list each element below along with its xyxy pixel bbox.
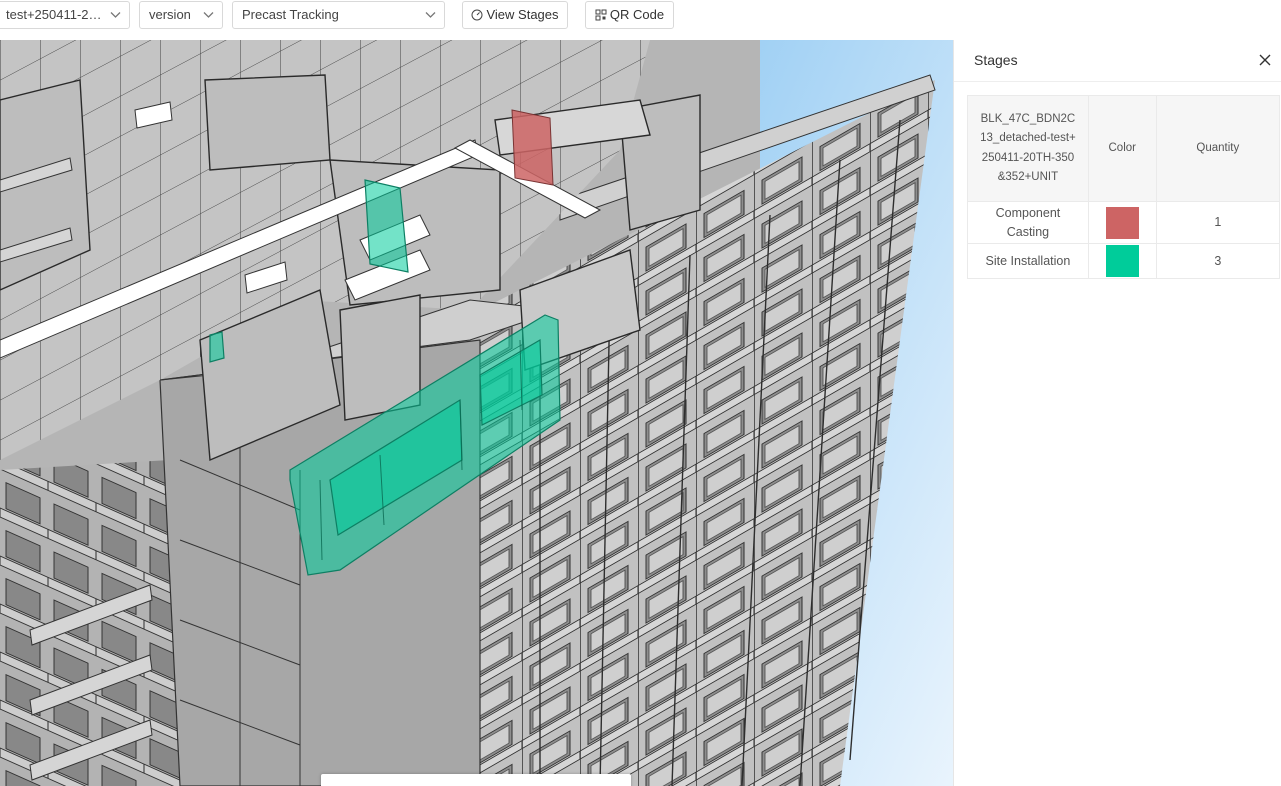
home-button[interactable] xyxy=(333,782,363,786)
table-row[interactable]: Site Installation 3 xyxy=(967,243,1281,279)
walk-button[interactable] xyxy=(461,782,491,786)
close-icon[interactable] xyxy=(1257,52,1273,68)
stage-name-cell: Component Casting xyxy=(967,201,1089,244)
color-swatch xyxy=(1105,206,1139,239)
stage-color-cell xyxy=(1087,243,1157,279)
stage-name-cell: Site Installation xyxy=(967,243,1089,279)
model-select[interactable]: test+250411-20T... xyxy=(0,1,130,29)
model-column-header: BLK_47C_BDN2C13_detached-test+250411-20T… xyxy=(967,95,1089,202)
chevron-down-icon xyxy=(203,12,214,18)
stages-panel-header: Stages xyxy=(954,40,1281,82)
stages-table: BLK_47C_BDN2C13_detached-test+250411-20T… xyxy=(967,95,1281,279)
chevron-down-icon xyxy=(110,12,121,18)
view-stages-button[interactable]: View Stages xyxy=(462,1,568,29)
mode-select-value: Precast Tracking xyxy=(242,7,339,22)
color-column-header-text: Color xyxy=(1108,141,1136,154)
quantity-column-header-text: Quantity xyxy=(1196,141,1240,154)
quantity-column-header: Quantity xyxy=(1155,95,1281,202)
view-stages-label: View Stages xyxy=(486,7,559,22)
stage-quantity: 3 xyxy=(1214,253,1222,268)
properties-button[interactable] xyxy=(504,782,534,786)
measure-button[interactable] xyxy=(418,782,448,786)
building-model-render[interactable] xyxy=(0,40,953,786)
stage-name: Component Casting xyxy=(995,205,1061,239)
stages-panel: Stages BLK_47C_BDN2C13_detached-test+250… xyxy=(953,40,1281,786)
section-button[interactable] xyxy=(376,782,406,786)
qr-code-label: QR Code xyxy=(609,7,665,22)
fullscreen-button[interactable] xyxy=(589,782,619,786)
stage-name: Site Installation xyxy=(985,253,1071,268)
stage-color-cell xyxy=(1087,201,1157,244)
mode-select[interactable]: Precast Tracking xyxy=(232,1,445,29)
model-viewport[interactable] xyxy=(0,40,953,786)
gauge-icon xyxy=(471,9,483,21)
table-row[interactable]: Component Casting 1 xyxy=(967,201,1281,244)
panel-title: Stages xyxy=(974,52,1018,68)
version-select[interactable]: version xyxy=(139,1,223,29)
stage-quantity-cell: 3 xyxy=(1155,243,1281,279)
stage-quantity-cell: 1 xyxy=(1155,201,1281,244)
stage-quantity: 1 xyxy=(1214,215,1222,229)
model-column-header-text: BLK_47C_BDN2C13_detached-test+250411-20T… xyxy=(980,112,1076,184)
viewer-toolbar xyxy=(321,774,631,786)
chevron-down-icon xyxy=(425,12,436,18)
color-column-header: Color xyxy=(1087,95,1157,202)
color-swatch xyxy=(1105,245,1139,277)
qr-code-icon xyxy=(595,9,607,21)
top-toolbar: test+250411-20T... version Precast Track… xyxy=(0,0,1281,41)
qr-code-button[interactable]: QR Code xyxy=(585,1,674,29)
model-settings-button[interactable] xyxy=(546,782,576,786)
